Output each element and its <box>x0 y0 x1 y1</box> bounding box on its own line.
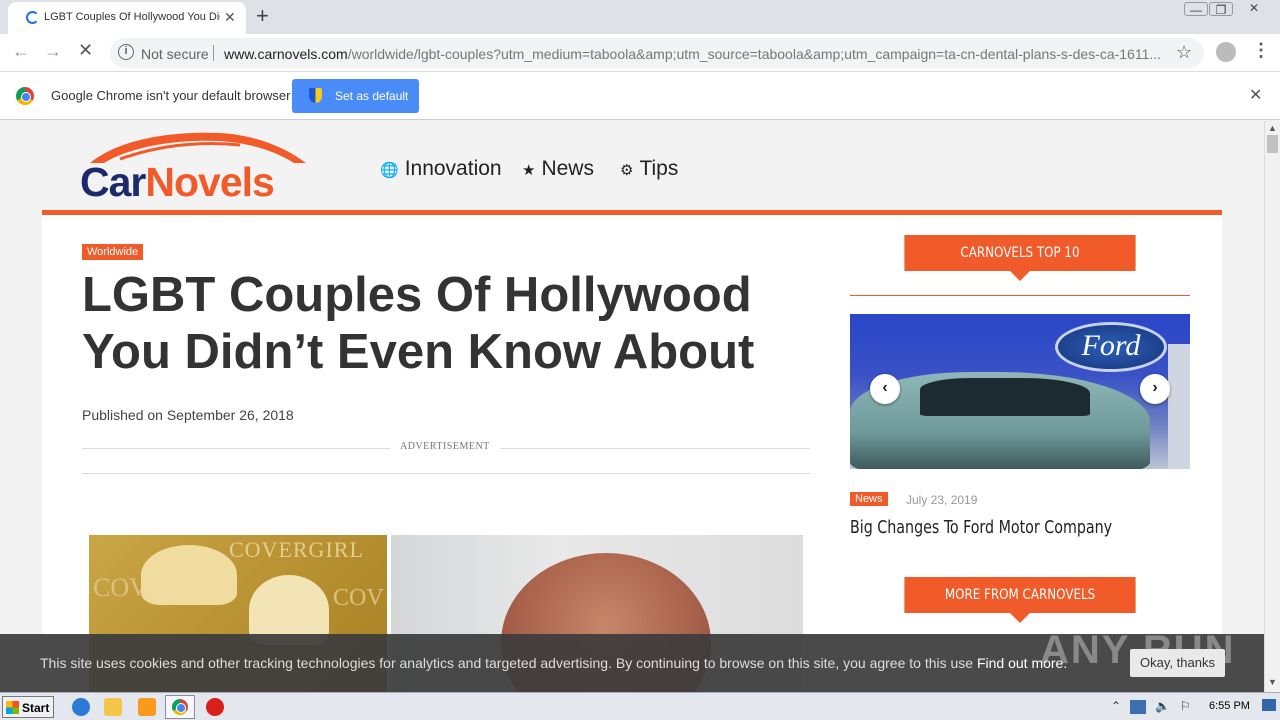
windows-logo-icon <box>6 701 19 714</box>
windows-taskbar: Start ⌃ 🔈 ⚐ 6:55 PM <box>0 692 1280 720</box>
profile-avatar-icon[interactable] <box>1216 42 1236 62</box>
window-close-button[interactable]: ✕ <box>1234 1 1274 17</box>
divider <box>213 45 214 61</box>
set-as-default-button[interactable]: Set as default <box>292 79 419 113</box>
start-label: Start <box>22 701 50 715</box>
menu-dots-icon[interactable]: ⋮ <box>1252 40 1270 61</box>
url-host: www.carnovels.com <box>224 46 348 62</box>
tray-expand-icon[interactable]: ⌃ <box>1111 699 1121 713</box>
minimize-icon: — <box>1190 3 1202 17</box>
scroll-down-icon[interactable]: ▼ <box>1268 677 1277 687</box>
logo-novels: Novels <box>145 159 274 205</box>
tab-title: LGBT Couples Of Hollywood You Didn't Eve… <box>44 11 220 23</box>
scroll-up-icon[interactable]: ▲ <box>1268 123 1277 133</box>
more-heading: MORE FROM CARNOVELS <box>904 577 1136 613</box>
start-button[interactable]: Start <box>2 696 54 718</box>
folder-icon[interactable] <box>104 698 122 716</box>
action-center-flag-icon[interactable]: ⚐ <box>1180 699 1191 713</box>
security-label[interactable]: Not secure <box>141 46 209 62</box>
slider-prev-button[interactable]: ‹ <box>870 374 900 404</box>
category-badge[interactable]: Worldwide <box>82 244 144 260</box>
close-icon: ✕ <box>1248 1 1260 15</box>
shield-icon <box>309 88 322 103</box>
news-category-badge[interactable]: News <box>850 492 888 506</box>
chrome-logo-icon <box>16 87 34 105</box>
site-header: CarNovels 🌐 Innovation ★ News ⚙ Tips <box>42 121 1222 215</box>
loading-spinner-icon <box>26 11 39 24</box>
nav-item-news[interactable]: ★ News <box>522 157 594 181</box>
address-bar[interactable]: i Not secure www.carnovels.com/worldwide… <box>110 38 1204 68</box>
url-path: /worldwide/lgbt-couples?utm_medium=taboo… <box>347 46 1162 62</box>
stop-sign-icon[interactable] <box>206 698 224 716</box>
cookie-banner: ANY RUN This site uses cookies and other… <box>0 628 1264 692</box>
default-browser-infobar: Google Chrome isn't your default browser… <box>0 72 1280 120</box>
slider-next-button[interactable]: › <box>1140 374 1170 404</box>
heading-arrow <box>1010 613 1030 623</box>
site-logo[interactable]: CarNovels <box>80 129 312 205</box>
nav-item-tips[interactable]: ⚙ Tips <box>620 157 678 181</box>
page-content: CarNovels 🌐 Innovation ★ News ⚙ Tips Worldw… <box>42 121 1222 692</box>
infobar-message: Google Chrome isn't your default browser <box>51 88 291 103</box>
divider <box>850 295 1190 296</box>
published-date: Published on September 26, 2018 <box>82 407 294 423</box>
news-title-link[interactable]: Big Changes To Ford Motor Company <box>850 517 1112 538</box>
forward-arrow-icon[interactable]: → <box>44 41 62 62</box>
photo-backdrop-text: COV <box>93 573 148 602</box>
chrome-icon <box>172 699 188 715</box>
page-viewport: CarNovels 🌐 Innovation ★ News ⚙ Tips Worldw… <box>0 121 1264 692</box>
tab-close-icon[interactable]: ✕ <box>224 9 236 26</box>
back-arrow-icon[interactable]: ← <box>12 41 30 62</box>
advertisement-label: ADVERTISEMENT <box>390 441 500 452</box>
taskbar-clock[interactable]: 6:55 PM <box>1209 700 1250 712</box>
media-player-icon[interactable] <box>138 698 156 716</box>
photo-backdrop-text: COVERGIRL <box>229 537 364 562</box>
tab-strip: LGBT Couples Of Hollywood You Didn't Eve… <box>0 0 1280 34</box>
maximize-button[interactable]: ❐ <box>1209 2 1233 17</box>
top10-heading: CARNOVELS TOP 10 <box>904 235 1136 271</box>
okay-thanks-button[interactable]: Okay, thanks <box>1130 649 1225 677</box>
infobar-close-icon[interactable]: ✕ <box>1249 85 1262 105</box>
set-as-default-label: Set as default <box>335 89 409 103</box>
article-headline: LGBT Couples Of Hollywood You Didn’t Eve… <box>82 268 755 379</box>
nav-label: News <box>541 157 594 180</box>
find-out-more-link[interactable]: Find out more. <box>977 655 1067 671</box>
photo-backdrop-text: COV <box>333 585 384 611</box>
divider <box>82 473 810 474</box>
browser-toolbar: ← → ✕ i Not secure www.carnovels.com/wor… <box>0 34 1280 72</box>
nav-label: Innovation <box>404 157 502 180</box>
cookie-message: This site uses cookies and other trackin… <box>40 655 1067 671</box>
stop-loading-icon[interactable]: ✕ <box>78 40 93 61</box>
url-text[interactable]: www.carnovels.com/worldwide/lgbt-couples… <box>224 46 1164 62</box>
maximize-icon: ❐ <box>1215 3 1227 17</box>
photo-shape <box>920 378 1090 416</box>
nav-item-innovation[interactable]: 🌐 Innovation <box>380 157 502 181</box>
new-tab-button[interactable]: + <box>256 3 269 29</box>
nav-label: Tips <box>639 157 679 180</box>
globe-icon: 🌐 <box>380 162 399 179</box>
scroll-thumb[interactable] <box>1267 135 1278 153</box>
slider-image[interactable]: Ford <box>850 314 1190 469</box>
network-icon[interactable] <box>1130 700 1146 714</box>
bookmark-star-icon[interactable]: ☆ <box>1176 42 1192 63</box>
chevron-right-icon: › <box>1152 379 1158 396</box>
minimize-button[interactable]: — <box>1184 2 1208 17</box>
show-desktop-icon[interactable] <box>1262 699 1276 711</box>
logo-car: Car <box>80 159 146 205</box>
cookie-message-text: This site uses cookies and other trackin… <box>40 655 974 671</box>
info-icon[interactable]: i <box>118 44 134 60</box>
star-icon: ★ <box>522 162 536 179</box>
volume-icon[interactable]: 🔈 <box>1155 699 1170 713</box>
ford-logo: Ford <box>1055 322 1167 372</box>
logo-wordmark: CarNovels <box>80 159 275 206</box>
photo-shape <box>141 545 237 605</box>
browser-tab[interactable]: LGBT Couples Of Hollywood You Didn't Eve… <box>8 2 246 34</box>
photo-shape <box>1168 344 1190 469</box>
vertical-scrollbar[interactable]: ▲ ▼ <box>1264 121 1280 692</box>
internet-explorer-icon[interactable] <box>72 698 90 716</box>
news-date: July 23, 2019 <box>906 493 978 507</box>
gears-icon: ⚙ <box>620 162 634 179</box>
chevron-left-icon: ‹ <box>882 379 888 396</box>
heading-arrow <box>1010 271 1030 281</box>
taskbar-chrome-button[interactable] <box>165 695 195 719</box>
